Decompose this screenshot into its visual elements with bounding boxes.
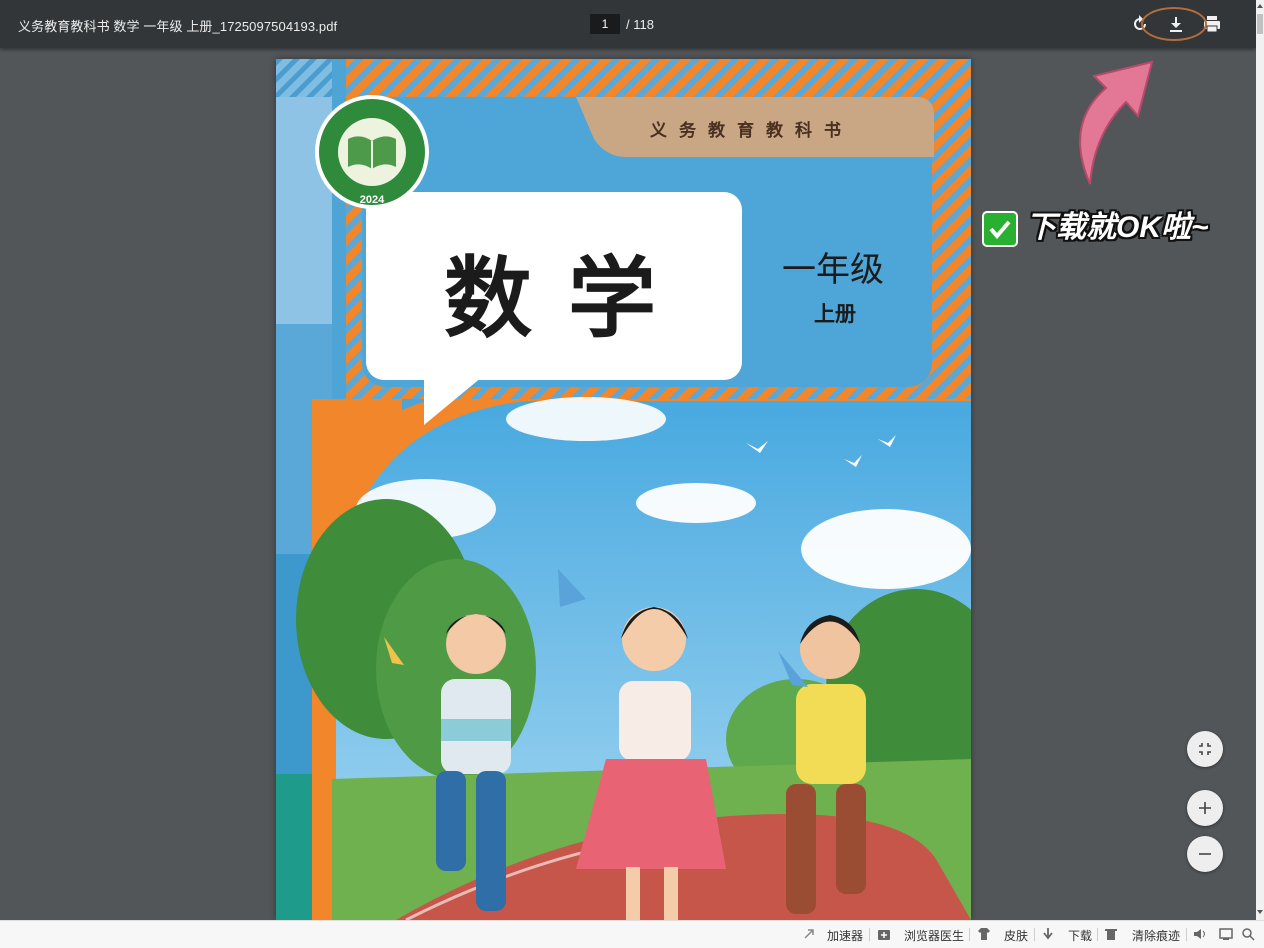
skin-button[interactable]: 皮肤 xyxy=(1004,927,1028,944)
download-arrow-icon xyxy=(1043,928,1053,940)
scroll-down-arrow-icon[interactable] xyxy=(1256,908,1264,916)
rocket-icon xyxy=(804,929,814,939)
vertical-scrollbar[interactable] xyxy=(1256,0,1264,920)
pdf-toolbar: 义务教育教科书 数学 一年级 上册_1725097504193.pdf 1 / … xyxy=(0,0,1256,48)
clear-traces-button[interactable]: 清除痕迹 xyxy=(1132,927,1180,944)
cover-grade-label: 一年级 xyxy=(782,250,884,290)
window-icon[interactable] xyxy=(1219,927,1233,941)
trash-icon xyxy=(1105,929,1117,940)
cover-subject-title: 数学 xyxy=(444,246,693,350)
zoom-out-button[interactable] xyxy=(1187,836,1223,872)
speaker-icon[interactable] xyxy=(1193,927,1207,941)
cover-series-label: 义务教育教科书 xyxy=(650,121,853,141)
zoom-in-icon xyxy=(1199,802,1211,814)
download-button[interactable]: 下载 xyxy=(1068,927,1092,944)
scroll-up-arrow-icon[interactable] xyxy=(1256,2,1264,10)
annotation-callout: 下载就OK啦~ xyxy=(984,202,1209,246)
zoom-in-button[interactable] xyxy=(1187,790,1223,826)
document-title: 义务教育教科书 数学 一年级 上册_1725097504193.pdf xyxy=(18,19,338,34)
fit-page-button[interactable] xyxy=(1187,731,1223,767)
shirt-icon xyxy=(978,928,990,940)
zoom-magnifier-icon[interactable] xyxy=(1241,927,1255,941)
cover-illustration: 2024 xyxy=(276,59,971,920)
download-highlight-circle xyxy=(1141,7,1207,41)
pdf-page: 2024 xyxy=(276,59,971,920)
seal-year: 2024 xyxy=(360,194,385,206)
cover-volume-label: 上册 xyxy=(814,301,856,326)
annotation-text: 下载就OK啦~ xyxy=(1026,211,1209,244)
browser-doctor-button[interactable]: 浏览器医生 xyxy=(904,927,964,944)
page-number-input[interactable]: 1 xyxy=(590,14,620,34)
fit-page-icon xyxy=(1199,743,1211,755)
browser-status-bar: 加速器 浏览器医生 皮肤 下载 清除痕迹 xyxy=(0,920,1264,948)
check-mark-icon xyxy=(984,213,1016,246)
zoom-out-icon xyxy=(1199,853,1211,855)
medical-kit-icon xyxy=(878,930,890,940)
accelerator-button[interactable]: 加速器 xyxy=(827,927,863,944)
annotation-arrow-icon xyxy=(1079,60,1154,185)
page-total: / 118 xyxy=(626,17,654,32)
scrollbar-thumb[interactable] xyxy=(1257,14,1263,34)
